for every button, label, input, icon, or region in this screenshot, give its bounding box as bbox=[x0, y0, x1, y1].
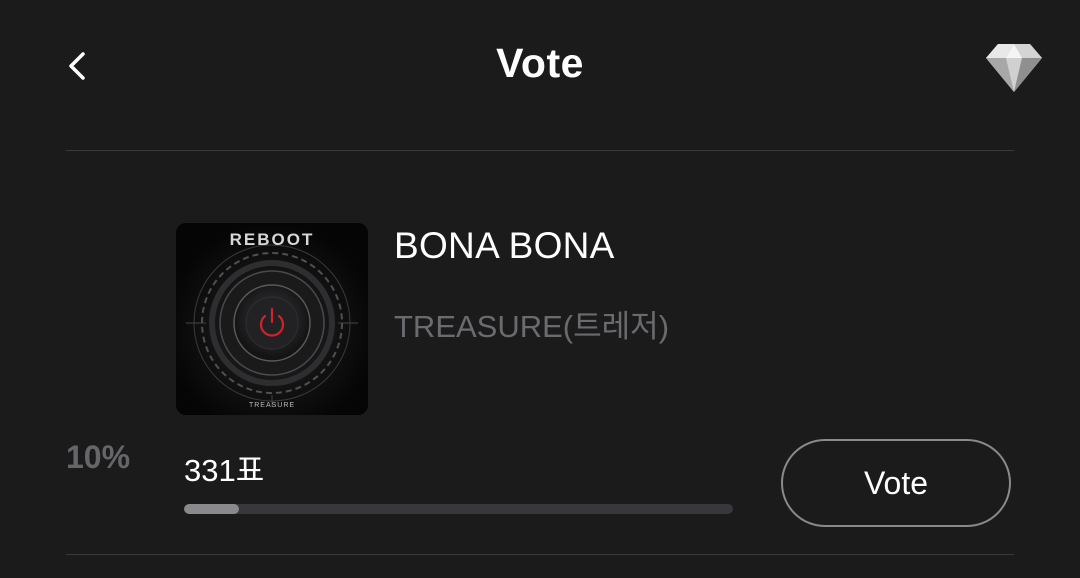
vote-percent: 10% bbox=[66, 439, 131, 475]
vote-progress-bar bbox=[184, 504, 733, 514]
album-title-text: REBOOT bbox=[230, 230, 315, 249]
item-divider bbox=[66, 554, 1014, 555]
album-cover-image: REBOOT TREASURE bbox=[176, 223, 368, 415]
diamond-button[interactable] bbox=[984, 40, 1044, 94]
page-title: Vote bbox=[496, 40, 584, 86]
vote-item: REBOOT TREASURE BONA BONA TREASURE(트레저) … bbox=[0, 151, 1080, 554]
diamond-icon bbox=[986, 44, 1042, 92]
album-artist-text: TREASURE bbox=[249, 402, 295, 409]
header: Vote bbox=[0, 0, 1080, 134]
artist-name: TREASURE(트레저) bbox=[394, 309, 670, 344]
song-title: BONA BONA bbox=[394, 225, 615, 266]
vote-count: 331표 bbox=[184, 453, 265, 488]
vote-button[interactable]: Vote bbox=[781, 439, 1011, 527]
album-cover: REBOOT TREASURE bbox=[176, 223, 368, 415]
vote-progress-fill bbox=[184, 504, 239, 514]
vote-screen: Vote REBOOT TREASURE BONA BONA TREASURE(… bbox=[0, 0, 1080, 578]
